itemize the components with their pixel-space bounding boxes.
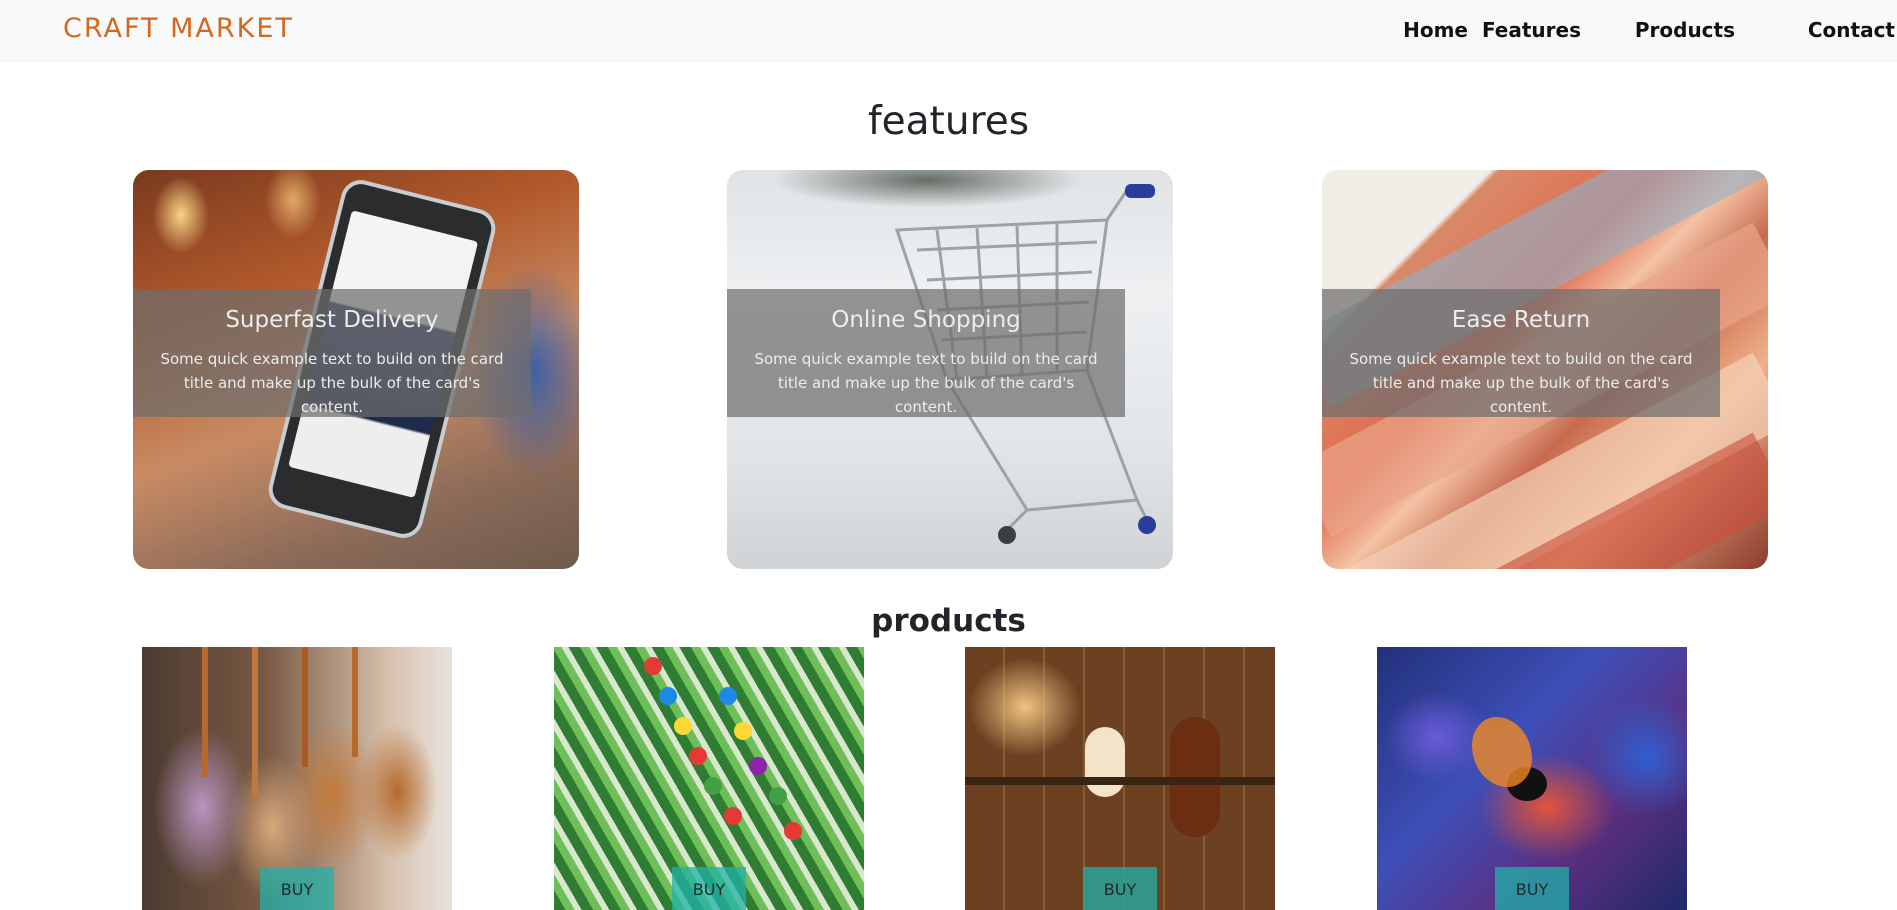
card-title: Online Shopping — [831, 307, 1021, 333]
products-heading: products — [871, 603, 1026, 639]
product-card-bags: BUY — [142, 647, 452, 910]
feature-card-online-shopping: Online Shopping Some quick example text … — [727, 170, 1173, 569]
navbar: CRAFT MARKET Home Features Products Cont… — [0, 0, 1897, 62]
buy-button[interactable]: BUY — [260, 867, 334, 910]
product-card-alebrije: BUY — [1377, 647, 1687, 910]
buy-button[interactable]: BUY — [1083, 867, 1157, 910]
product-card-necklace: BUY — [554, 647, 864, 910]
product-card-workshop: BUY — [965, 647, 1275, 910]
card-title: Ease Return — [1451, 307, 1591, 333]
nav-link-contact[interactable]: Contact — [1808, 18, 1895, 42]
nav-link-products[interactable]: Products — [1635, 18, 1735, 42]
card-overlay: Online Shopping Some quick example text … — [727, 289, 1125, 417]
card-text: Some quick example text to build on the … — [160, 350, 504, 416]
card-title: Superfast Delivery — [225, 307, 439, 333]
card-text: Some quick example text to build on the … — [754, 350, 1098, 416]
nav-link-home[interactable]: Home — [1403, 18, 1468, 42]
features-heading: features — [867, 99, 1030, 144]
nav-link-features[interactable]: Features — [1482, 18, 1581, 42]
buy-button[interactable]: BUY — [672, 867, 746, 910]
brand-logo[interactable]: CRAFT MARKET — [63, 13, 294, 44]
feature-card-delivery: Superfast Delivery Some quick example te… — [133, 170, 579, 569]
card-text: Some quick example text to build on the … — [1349, 350, 1693, 416]
buy-button[interactable]: BUY — [1495, 867, 1569, 910]
feature-card-ease-return: Ease Return Some quick example text to b… — [1322, 170, 1768, 569]
card-overlay: Ease Return Some quick example text to b… — [1322, 289, 1720, 417]
card-overlay: Superfast Delivery Some quick example te… — [133, 289, 531, 417]
